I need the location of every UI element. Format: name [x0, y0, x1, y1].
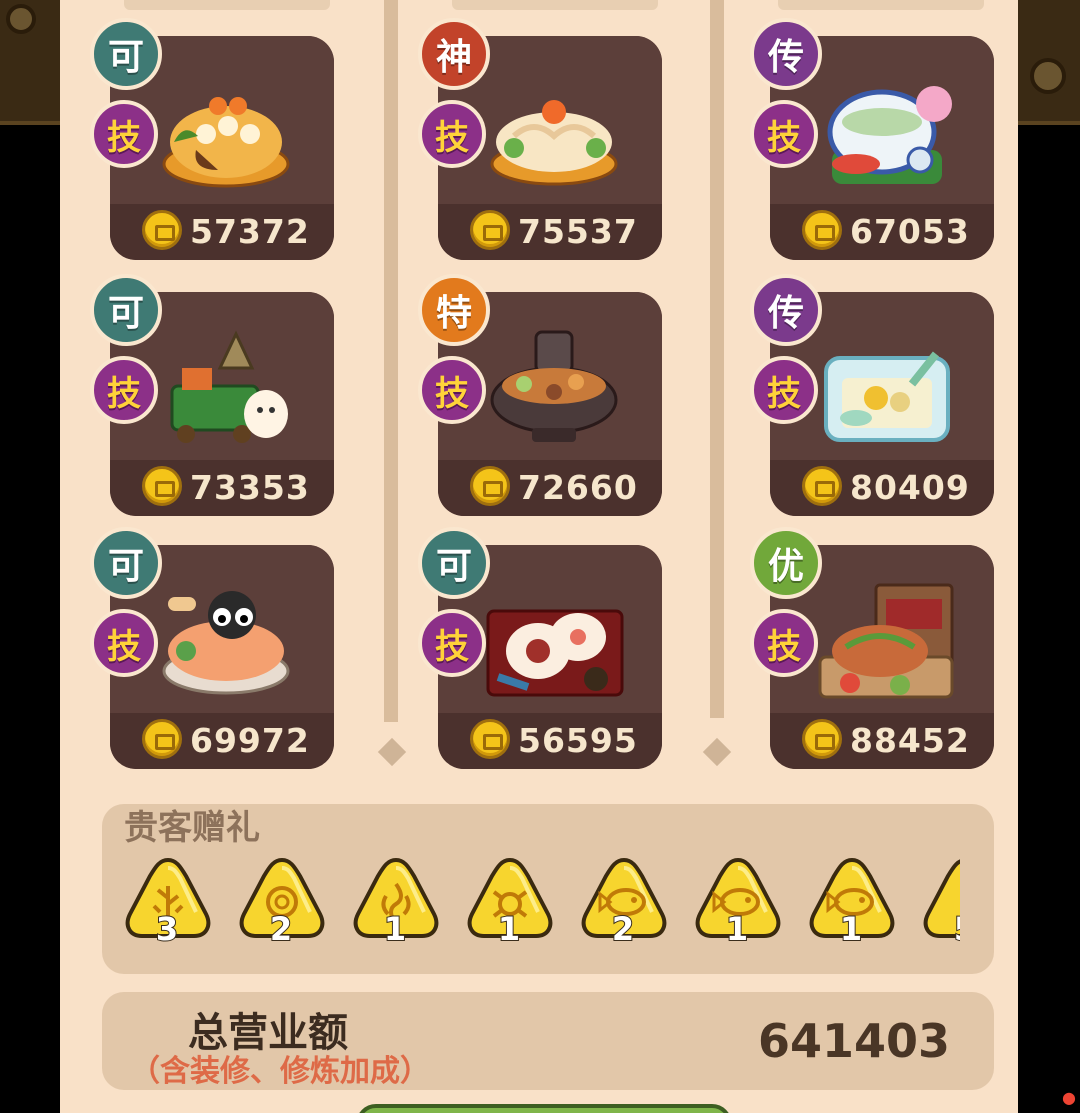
background-right-decor: [1018, 0, 1080, 125]
skill-badge: 技: [90, 100, 158, 168]
skill-badge: 技: [750, 356, 818, 424]
dish-card[interactable]: 传 技 67053: [750, 18, 994, 260]
coin-icon: [802, 466, 842, 506]
scroll-marker: [377, 737, 407, 767]
gift-count: 1: [383, 909, 407, 949]
dish-card[interactable]: 传 技 80409: [750, 274, 994, 516]
skill-badge: 技: [418, 356, 486, 424]
grade-badge: 可: [90, 18, 162, 90]
background-left-decor: [0, 0, 60, 125]
skill-badge: 技: [750, 100, 818, 168]
coin-icon: [142, 210, 182, 250]
dish-card[interactable]: 可 技 73353: [90, 274, 334, 516]
coin-icon: [802, 719, 842, 759]
coin-icon: [470, 210, 510, 250]
jade-palace-icon: [824, 351, 950, 442]
coin-icon: [802, 210, 842, 250]
gift-item[interactable]: 2: [238, 856, 328, 958]
skill-badge: 技: [418, 100, 486, 168]
noodle-bowl-icon: [490, 100, 618, 186]
grade-badge: 传: [750, 18, 822, 90]
skill-badge: 技: [90, 356, 158, 424]
coin-icon: [470, 466, 510, 506]
column-divider: [710, 0, 724, 718]
skill-badge: 技: [90, 609, 158, 677]
dish-card[interactable]: 可 技 57372: [90, 18, 334, 260]
gift-item[interactable]: 1: [808, 856, 898, 958]
guest-gift-section: 贵客赠礼 3 2 1 1 2 1 1: [102, 804, 994, 974]
gift-item[interactable]: 1: [466, 856, 556, 958]
grade-badge: 可: [418, 527, 490, 599]
dish-price: 67053: [850, 212, 970, 251]
shelf-ledge: [778, 0, 984, 10]
roll-platter-icon: [486, 609, 624, 697]
coin-icon: [142, 719, 182, 759]
dish-price: 69972: [190, 721, 310, 760]
coin-icon: [470, 719, 510, 759]
gift-item[interactable]: 2: [580, 856, 670, 958]
gift-count: 5: [922, 909, 960, 949]
skill-badge: 技: [418, 609, 486, 677]
grade-badge: 可: [90, 274, 162, 346]
grade-badge: 可: [90, 527, 162, 599]
grade-badge: 特: [418, 274, 490, 346]
grade-badge: 传: [750, 274, 822, 346]
cat-bowl-icon: [162, 591, 290, 695]
dish-price: 75537: [518, 212, 638, 251]
dish-card[interactable]: 神 技 75537: [418, 18, 662, 260]
gift-count: 1: [839, 909, 863, 949]
result-panel: 可 技 57372 神 技 75537 传 技 67053 可 技 73353 …: [60, 0, 1018, 1113]
gift-item[interactable]: 5: [922, 856, 960, 958]
shelf-ledge: [124, 0, 330, 10]
porcelain-soup-icon: [827, 86, 952, 184]
seafood-platter-icon: [162, 97, 290, 188]
gift-count: 1: [497, 909, 521, 949]
skill-badge: 技: [750, 609, 818, 677]
grade-badge: 优: [750, 527, 822, 599]
gift-list[interactable]: 3 2 1 1 2 1 1: [124, 856, 960, 958]
gift-count: 1: [725, 909, 749, 949]
gift-count: 2: [269, 909, 293, 949]
gift-item[interactable]: 1: [694, 856, 784, 958]
coin-icon: [142, 466, 182, 506]
hotpot-icon: [490, 330, 618, 442]
notification-dot: ●: [1062, 1088, 1076, 1107]
train-cart-icon: [170, 330, 288, 443]
dish-price: 80409: [850, 468, 970, 507]
dish-price: 56595: [518, 721, 638, 760]
revenue-note: （含装修、修炼加成）: [130, 1054, 430, 1089]
dish-card[interactable]: 特 技 72660: [418, 274, 662, 516]
dish-price: 88452: [850, 721, 970, 760]
gift-count: 3: [155, 909, 179, 949]
grade-badge: 神: [418, 18, 490, 90]
shelf-ledge: [452, 0, 658, 10]
dish-price: 73353: [190, 468, 310, 507]
scroll-marker: [702, 737, 732, 767]
gift-item[interactable]: 1: [352, 856, 442, 958]
total-revenue-section: 总营业额 （含装修、修炼加成） 641403: [102, 992, 994, 1090]
dish-card[interactable]: 优 技 88452: [750, 527, 994, 769]
grilled-fish-icon: [818, 583, 954, 699]
dish-price: 72660: [518, 468, 638, 507]
dish-price: 57372: [190, 212, 310, 251]
gift-item[interactable]: 3: [124, 856, 214, 958]
revenue-value: 641403: [757, 1014, 950, 1068]
dish-card[interactable]: 可 技 56595: [418, 527, 662, 769]
column-divider: [384, 0, 398, 722]
dish-card[interactable]: 可 技 69972: [90, 527, 334, 769]
gift-count: 2: [611, 909, 635, 949]
confirm-button[interactable]: [356, 1104, 732, 1113]
gift-section-title: 贵客赠礼: [124, 808, 260, 848]
